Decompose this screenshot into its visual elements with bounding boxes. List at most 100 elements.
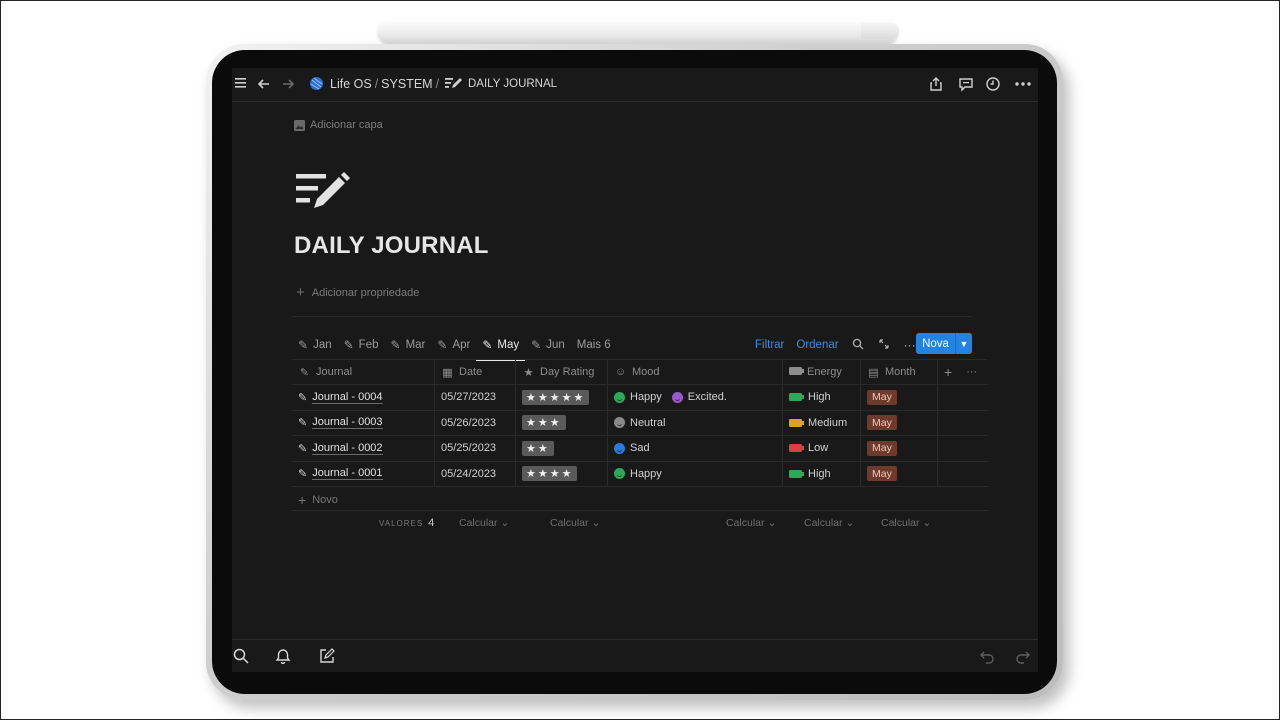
mood-cell[interactable]: Happy — [608, 461, 783, 486]
month-cell[interactable]: May — [861, 461, 938, 486]
mood-tag[interactable]: Neutral — [614, 417, 665, 429]
energy-cell[interactable]: Low — [783, 436, 861, 461]
mood-tag[interactable]: Happy — [614, 391, 662, 403]
journal-cell[interactable]: ✎ Journal - 0004 — [292, 385, 435, 410]
breadcrumb-page[interactable]: DAILY JOURNAL — [468, 78, 557, 90]
battery-icon — [789, 393, 804, 402]
mood-emoji-icon — [614, 468, 625, 480]
energy-cell[interactable]: Medium — [783, 410, 861, 435]
table-body: ✎ Journal - 0004 05/27/2023 ★★★★★ Happy … — [292, 385, 988, 487]
view-more-icon[interactable]: ··· — [903, 338, 917, 352]
month-cell[interactable]: May — [861, 436, 938, 461]
new-entry-button[interactable]: Nova ▼ — [916, 333, 972, 354]
day-rating-cell[interactable]: ★★★ — [516, 410, 608, 435]
calculate-energy[interactable]: Calcular ⌄ — [804, 517, 854, 529]
journal-title-link[interactable]: Journal - 0004 — [312, 391, 383, 404]
menu-icon[interactable] — [232, 76, 250, 94]
date-cell[interactable]: 05/24/2023 — [435, 461, 516, 486]
mood-emoji-icon — [614, 442, 625, 454]
mood-emoji-icon — [614, 391, 625, 403]
tab-feb[interactable]: ✎ Feb — [344, 334, 379, 356]
mood-cell[interactable]: Happy Excited. — [608, 385, 783, 410]
table-row[interactable]: ✎ Journal - 0002 05/25/2023 ★★ Sad Low M… — [292, 436, 988, 462]
energy-label: High — [808, 467, 831, 480]
tab-jan[interactable]: ✎ Jan — [298, 334, 332, 356]
table-row[interactable]: ✎ Journal - 0004 05/27/2023 ★★★★★ Happy … — [292, 385, 988, 411]
page-journal-icon[interactable] — [296, 172, 356, 212]
compose-icon[interactable] — [318, 648, 336, 666]
tab-mar[interactable]: ✎ Mar — [391, 334, 426, 356]
search-icon[interactable] — [232, 648, 250, 666]
breadcrumb-separator: / — [374, 77, 379, 91]
breadcrumb-section[interactable]: SYSTEM — [381, 77, 432, 91]
column-more-icon[interactable]: ··· — [966, 366, 977, 378]
back-arrow-icon[interactable] — [255, 76, 273, 94]
energy-tag: High — [789, 391, 831, 403]
add-property-button[interactable]: + Adicionar propriedade — [296, 284, 419, 301]
column-label: Mood — [632, 366, 660, 378]
apple-pencil — [378, 19, 898, 43]
edit-icon: ✎ — [343, 338, 354, 352]
more-icon[interactable] — [1014, 76, 1032, 94]
column-header-energy[interactable]: Energy — [783, 360, 861, 384]
calculate-mood[interactable]: Calcular ⌄ — [726, 517, 776, 529]
date-cell[interactable]: 05/25/2023 — [435, 436, 516, 461]
day-rating-cell[interactable]: ★★ — [516, 436, 608, 461]
energy-cell[interactable]: High — [783, 385, 861, 410]
column-header-date[interactable]: ▦ Date — [435, 360, 516, 384]
plus-icon: + — [298, 492, 307, 508]
chevron-down-icon[interactable]: ▼ — [956, 333, 972, 354]
clock-icon[interactable] — [984, 76, 1002, 94]
journal-title-link[interactable]: Journal - 0002 — [312, 442, 383, 455]
add-column-icon[interactable]: + — [944, 364, 952, 380]
journal-title-link[interactable]: Journal - 0001 — [312, 467, 383, 481]
comment-icon[interactable] — [957, 76, 975, 94]
table-row[interactable]: ✎ Journal - 0003 05/26/2023 ★★★ Neutral … — [292, 410, 988, 436]
breadcrumb-workspace[interactable]: Life OS — [330, 77, 372, 91]
calculate-day-rating[interactable]: Calcular ⌄ — [550, 517, 600, 529]
mood-tag[interactable]: Happy — [614, 468, 662, 480]
journal-cell[interactable]: ✎ Journal - 0002 — [292, 436, 435, 461]
column-header-day-rating[interactable]: ★ Day Rating — [516, 360, 608, 384]
calculate-date[interactable]: Calcular ⌄ — [459, 517, 509, 529]
mood-tag[interactable]: Sad — [614, 442, 650, 454]
column-header-mood[interactable]: ☺ Mood — [608, 360, 783, 384]
date-cell[interactable]: 05/27/2023 — [435, 385, 516, 410]
new-row-button[interactable]: + Novo — [298, 492, 338, 508]
tab-jun[interactable]: ✎ Jun — [531, 334, 565, 356]
mood-cell[interactable]: Sad — [608, 436, 783, 461]
undo-icon[interactable] — [978, 648, 996, 666]
journal-cell[interactable]: ✎ Journal - 0003 — [292, 410, 435, 435]
month-cell[interactable]: May — [861, 385, 938, 410]
energy-cell[interactable]: High — [783, 461, 861, 486]
forward-arrow-icon[interactable] — [279, 76, 297, 94]
add-cover-button[interactable]: Adicionar capa — [294, 119, 383, 131]
month-cell[interactable]: May — [861, 410, 938, 435]
column-header-month[interactable]: ▤ Month — [861, 360, 938, 384]
mood-cell[interactable]: Neutral — [608, 410, 783, 435]
share-icon[interactable] — [927, 76, 945, 94]
tab-may[interactable]: ✎ May — [476, 334, 525, 361]
day-rating-cell[interactable]: ★★★★★ — [516, 385, 608, 410]
redo-icon[interactable] — [1014, 648, 1032, 666]
page-title[interactable]: DAILY JOURNAL — [294, 232, 489, 260]
expand-icon[interactable] — [877, 338, 891, 353]
edit-icon: ✎ — [298, 338, 309, 352]
mood-tag[interactable]: Excited. — [671, 391, 727, 403]
search-icon[interactable] — [851, 338, 865, 353]
calendar-page-icon: ▤ — [868, 366, 879, 379]
calculate-label: Calcular — [459, 517, 498, 529]
table-row[interactable]: ✎ Journal - 0001 05/24/2023 ★★★★ Happy H… — [292, 461, 988, 487]
new-entry-label[interactable]: Nova — [916, 333, 956, 354]
journal-cell[interactable]: ✎ Journal - 0001 — [292, 461, 435, 486]
tab-apr[interactable]: ✎ Apr — [437, 334, 470, 356]
column-header-journal[interactable]: ✎ Journal — [292, 360, 435, 384]
date-cell[interactable]: 05/26/2023 — [435, 410, 516, 435]
sort-button[interactable]: Ordenar — [796, 339, 838, 351]
tab-more[interactable]: Mais 6 — [577, 334, 611, 356]
journal-title-link[interactable]: Journal - 0003 — [312, 416, 383, 430]
day-rating-cell[interactable]: ★★★★ — [516, 461, 608, 486]
calculate-month[interactable]: Calcular ⌄ — [881, 517, 931, 529]
filter-button[interactable]: Filtrar — [755, 339, 784, 351]
bell-icon[interactable] — [274, 648, 292, 666]
